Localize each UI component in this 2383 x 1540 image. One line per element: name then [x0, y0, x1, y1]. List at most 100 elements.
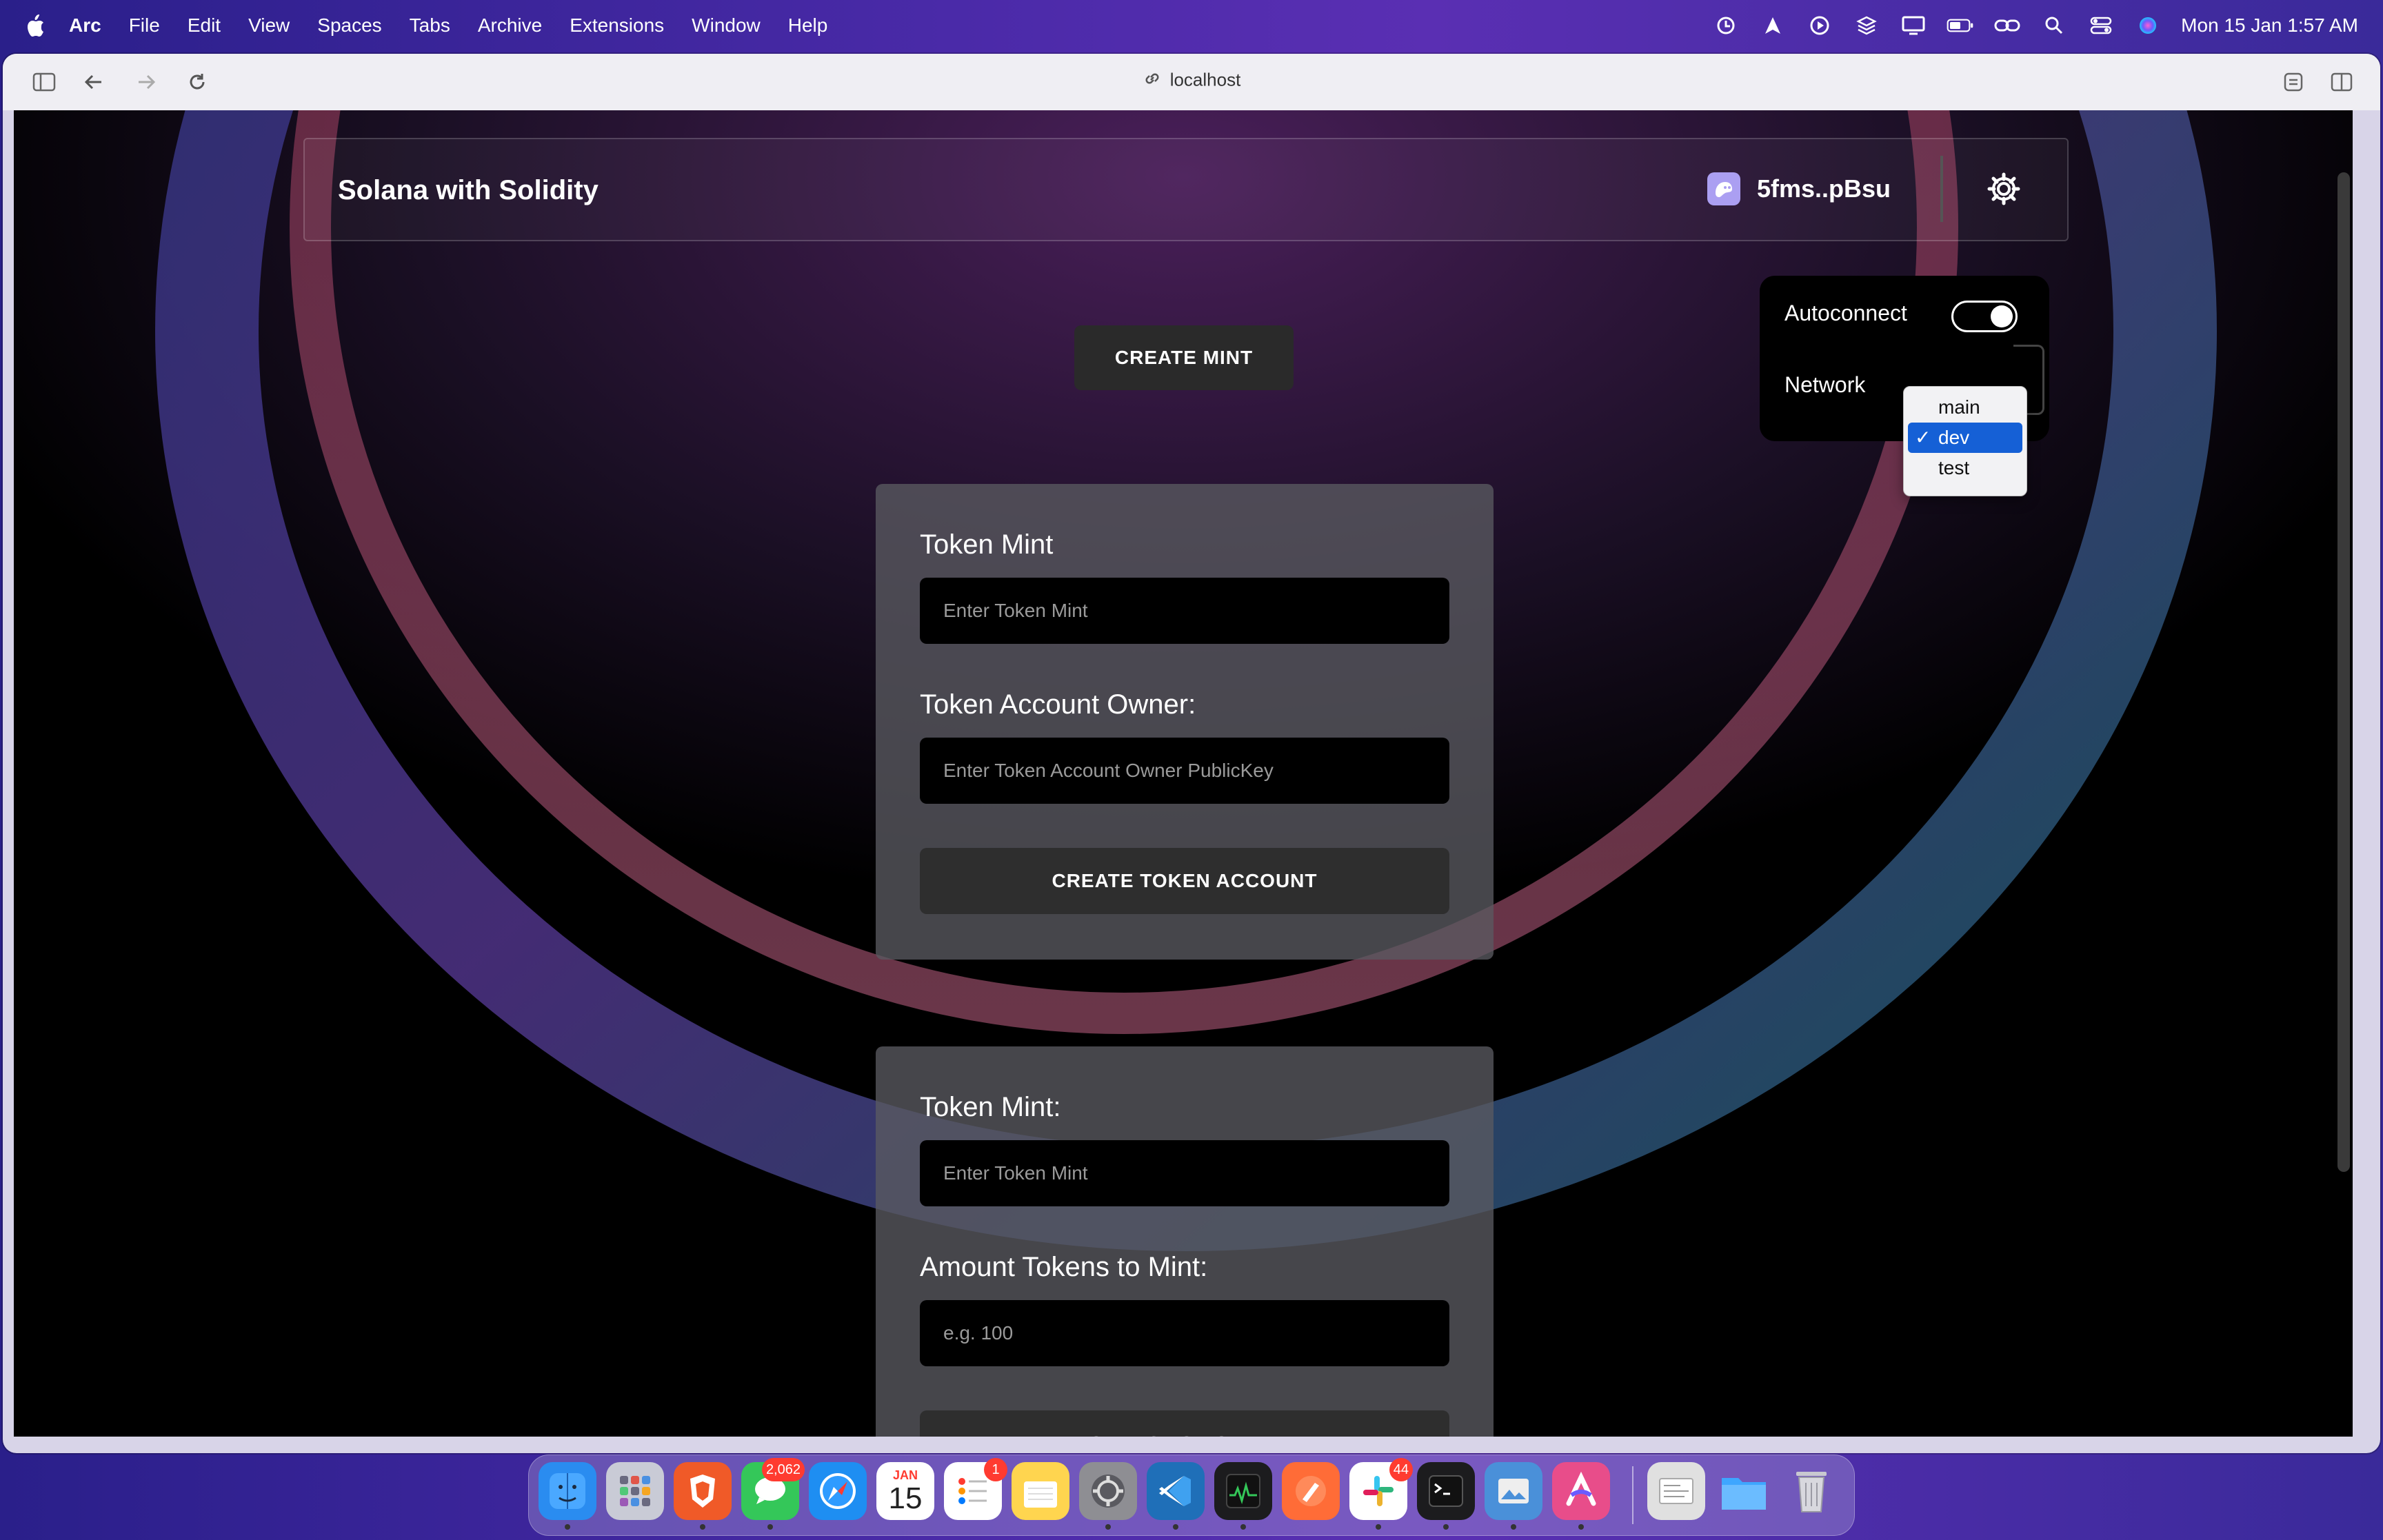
menu-view[interactable]: View — [248, 14, 290, 37]
network-options-list: main ✓ dev test — [1903, 386, 2027, 496]
running-indicator — [767, 1524, 773, 1530]
option-label: dev — [1938, 427, 1970, 448]
search-icon[interactable] — [2040, 12, 2068, 39]
extensions-icon[interactable] — [2280, 68, 2307, 96]
app-navbar: Solana with Solidity 5fms..pBsu — [303, 138, 2069, 241]
trash-icon[interactable] — [1782, 1462, 1840, 1520]
brave-icon[interactable] — [674, 1462, 732, 1520]
dock: 2,062 JAN 15 1 44 — [528, 1455, 1855, 1536]
apple-icon[interactable] — [25, 14, 46, 37]
autoconnect-label: Autoconnect — [1784, 301, 1907, 325]
menu-clock[interactable]: Mon 15 Jan 1:57 AM — [2181, 14, 2358, 37]
play-circle-icon[interactable] — [1806, 12, 1833, 39]
page-viewport: Solana with Solidity 5fms..pBsu Autoconn… — [14, 110, 2353, 1437]
token-mint-input[interactable]: Enter Token Mint — [920, 1140, 1449, 1206]
system-settings-icon[interactable] — [1079, 1462, 1137, 1520]
wallet-button[interactable]: 5fms..pBsu — [1707, 167, 1891, 211]
token-account-owner-label: Token Account Owner: — [920, 689, 1196, 720]
running-indicator — [1173, 1524, 1178, 1530]
amount-input[interactable]: e.g. 100 — [920, 1300, 1449, 1366]
safari-icon[interactable] — [809, 1462, 867, 1520]
create-mint-button[interactable]: CREATE MINT — [1074, 325, 1294, 390]
slack-icon[interactable]: 44 — [1349, 1458, 1413, 1520]
navbar-divider — [1940, 156, 1943, 222]
token-account-owner-input[interactable]: Enter Token Account Owner PublicKey — [920, 738, 1449, 804]
menu-bar: Arc File Edit View Spaces Tabs Archive E… — [0, 0, 2383, 51]
link-icon — [1143, 69, 1162, 93]
network-option-test[interactable]: test — [1908, 453, 2022, 483]
postman-icon[interactable] — [1282, 1462, 1340, 1520]
menu-spaces[interactable]: Spaces — [317, 14, 381, 37]
navigation-icon[interactable] — [1759, 12, 1787, 39]
token-mint-label: Token Mint — [920, 529, 1054, 560]
terminal-icon[interactable] — [1417, 1462, 1475, 1520]
wallet-address: 5fms..pBsu — [1757, 174, 1891, 203]
running-indicator — [1578, 1524, 1584, 1530]
autoconnect-toggle[interactable] — [1951, 301, 2018, 332]
calendar-month: JAN — [892, 1468, 918, 1482]
notes-icon[interactable] — [1012, 1462, 1069, 1520]
reminders-icon[interactable]: 1 — [944, 1458, 1007, 1520]
layers-icon[interactable] — [1853, 12, 1880, 39]
gear-icon[interactable] — [1982, 167, 2026, 211]
calendar-day: 15 — [888, 1481, 923, 1515]
option-label: test — [1938, 457, 1970, 478]
split-view-icon[interactable] — [2328, 68, 2355, 96]
browser-toolbar: localhost — [3, 54, 2380, 110]
scrollbar[interactable] — [2337, 172, 2350, 1172]
siri-icon[interactable] — [2134, 12, 2162, 39]
running-indicator — [1511, 1524, 1516, 1530]
running-indicator — [1376, 1524, 1381, 1530]
app-title: Solana with Solidity — [338, 175, 599, 205]
running-indicator — [700, 1524, 705, 1530]
battery-icon[interactable] — [1947, 12, 1974, 39]
slack-badge: 44 — [1389, 1458, 1413, 1481]
menu-help[interactable]: Help — [788, 14, 828, 37]
amount-label: Amount Tokens to Mint: — [920, 1252, 1208, 1282]
url-text: localhost — [1169, 69, 1241, 90]
menu-extensions[interactable]: Extensions — [570, 14, 664, 37]
menu-app-name[interactable]: Arc — [69, 14, 101, 37]
launchpad-icon[interactable] — [606, 1462, 664, 1520]
running-indicator — [1240, 1524, 1246, 1530]
browser-window: localhost Solana with Solidity 5fms..pBs… — [3, 54, 2380, 1453]
token-account-card: Token Mint Enter Token Mint Token Accoun… — [876, 484, 1494, 960]
activity-monitor-icon[interactable] — [1214, 1462, 1272, 1520]
messages-icon[interactable]: 2,062 — [741, 1458, 805, 1520]
messages-badge: 2,062 — [761, 1458, 805, 1481]
running-indicator — [1105, 1524, 1111, 1530]
checkmark-icon: ✓ — [1915, 427, 1931, 448]
create-token-account-button[interactable]: CREATE TOKEN ACCOUNT — [920, 848, 1449, 914]
network-option-main[interactable]: main — [1908, 392, 2022, 423]
network-label: Network — [1784, 372, 1866, 397]
option-label: main — [1938, 396, 1980, 418]
network-option-dev[interactable]: ✓ dev — [1908, 423, 2022, 453]
folder-icon[interactable] — [1715, 1462, 1773, 1520]
token-mint-input[interactable]: Enter Token Mint — [920, 578, 1449, 644]
finder-icon[interactable] — [539, 1462, 596, 1520]
menu-tabs[interactable]: Tabs — [410, 14, 450, 37]
vscode-icon[interactable] — [1147, 1462, 1205, 1520]
calendar-icon[interactable]: JAN 15 — [876, 1462, 934, 1520]
arc-icon[interactable] — [1712, 12, 1740, 39]
preview-icon[interactable] — [1485, 1462, 1542, 1520]
menu-archive[interactable]: Archive — [478, 14, 542, 37]
menu-file[interactable]: File — [129, 14, 160, 37]
documents-stack-icon[interactable] — [1647, 1462, 1705, 1520]
arc-browser-icon[interactable] — [1552, 1462, 1610, 1520]
control-center-icon[interactable] — [2087, 12, 2115, 39]
mint-tokens-button[interactable]: MINT TOKENS TO YOUR WALLET — [920, 1410, 1449, 1437]
menu-window[interactable]: Window — [692, 14, 761, 37]
address-bar[interactable]: localhost — [3, 69, 2380, 93]
toggle-knob — [1991, 305, 2013, 327]
link-icon[interactable] — [1993, 12, 2021, 39]
phantom-wallet-icon — [1707, 172, 1740, 205]
display-icon[interactable] — [1900, 12, 1927, 39]
mint-tokens-card: Token Mint: Enter Token Mint Amount Toke… — [876, 1046, 1494, 1437]
running-indicator — [1443, 1524, 1449, 1530]
token-mint-label: Token Mint: — [920, 1092, 1061, 1122]
menu-edit[interactable]: Edit — [188, 14, 221, 37]
reminders-badge: 1 — [984, 1458, 1007, 1481]
running-indicator — [565, 1524, 570, 1530]
dock-separator — [1632, 1466, 1633, 1524]
